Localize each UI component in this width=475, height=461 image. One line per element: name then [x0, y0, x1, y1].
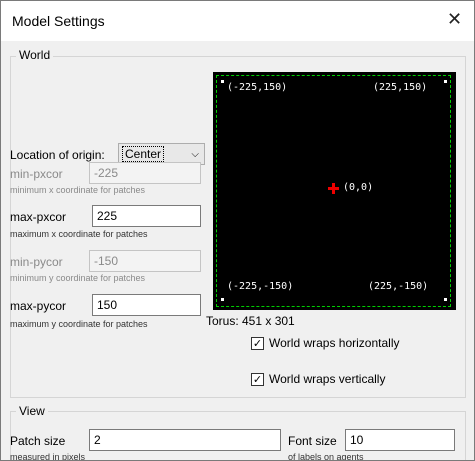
font-size-input[interactable]: 10 [345, 429, 455, 451]
close-icon[interactable]: ✕ [447, 9, 462, 29]
checkbox-check-icon: ✓ [251, 336, 264, 350]
min-pycor-hint: minimum y coordinate for patches [10, 273, 146, 283]
model-settings-dialog: Model Settings ✕ World Location of origi… [0, 0, 475, 461]
max-pxcor-label: max-pxcor [10, 210, 67, 224]
world-preview: (-225,150) (225,150) (0,0) (-225,-150) (… [213, 72, 456, 310]
patch-size-label: Patch size [10, 434, 66, 448]
min-pxcor-input[interactable]: -225 [89, 162, 201, 184]
chevron-down-icon: ⌵ [191, 149, 199, 160]
coord-top-right: (225,150) [373, 82, 428, 93]
min-pxcor-label: min-pxcor [10, 167, 63, 181]
view-group-legend: View [16, 404, 48, 418]
dialog-title: Model Settings [12, 13, 105, 29]
coord-bottom-left: (-225,-150) [227, 281, 294, 292]
world-group-legend: World [16, 48, 54, 62]
max-pycor-label: max-pycor [10, 299, 67, 313]
corner-marker-bottom-right [444, 298, 447, 301]
max-pycor-hint: maximum y coordinate for patches [10, 319, 148, 329]
coord-bottom-right: (225,-150) [368, 281, 429, 292]
font-size-hint: of labels on agents [288, 452, 364, 461]
torus-dimensions: Torus: 451 x 301 [206, 314, 295, 328]
wrap-horizontal-checkbox[interactable]: ✓ World wraps horizontally [251, 336, 400, 350]
wrap-horizontal-label: World wraps horizontally [269, 336, 400, 350]
min-pxcor-hint: minimum x coordinate for patches [10, 185, 146, 195]
wrap-vertical-label: World wraps vertically [269, 372, 386, 386]
title-bar: Model Settings ✕ [1, 1, 474, 41]
font-size-label: Font size [288, 434, 337, 448]
corner-marker-top-left [221, 80, 224, 83]
origin-select-value: Center [122, 146, 165, 162]
wrap-vertical-checkbox[interactable]: ✓ World wraps vertically [251, 372, 385, 386]
corner-marker-bottom-left [221, 298, 224, 301]
origin-label: Location of origin: [10, 148, 105, 162]
max-pxcor-hint: maximum x coordinate for patches [10, 229, 148, 239]
corner-marker-top-right [444, 80, 447, 83]
min-pycor-input[interactable]: -150 [89, 250, 201, 272]
coord-top-left: (-225,150) [227, 82, 288, 93]
origin-marker-icon-vertical [332, 183, 335, 194]
min-pycor-label: min-pycor [10, 255, 63, 269]
patch-size-hint: measured in pixels [10, 452, 86, 461]
max-pycor-input[interactable]: 150 [92, 294, 201, 316]
checkbox-check-icon: ✓ [251, 372, 264, 386]
max-pxcor-input[interactable]: 225 [92, 205, 201, 227]
coord-center: (0,0) [343, 182, 374, 193]
patch-size-input[interactable]: 2 [89, 429, 281, 451]
